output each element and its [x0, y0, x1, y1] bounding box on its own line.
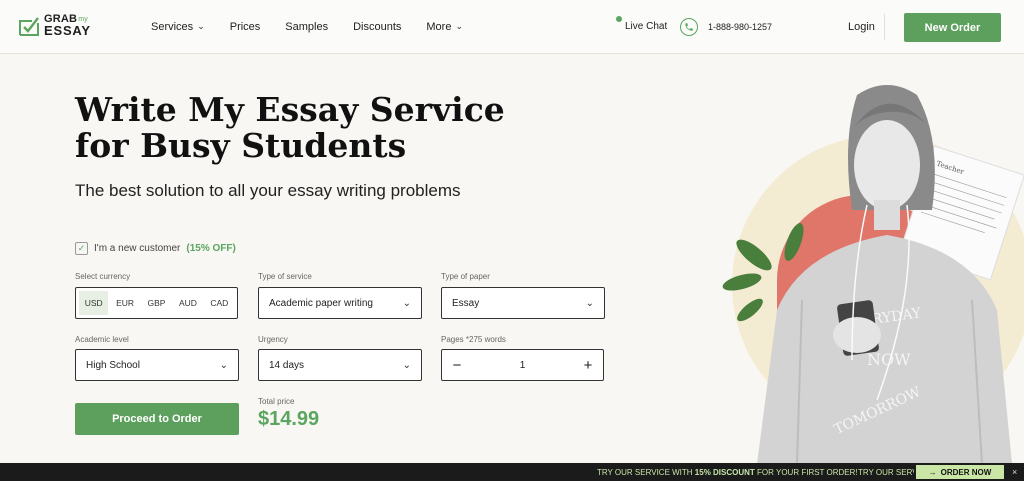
chevron-down-icon: ⌄ [219, 359, 228, 371]
nav-services-label: Services [151, 21, 194, 33]
chevron-down-icon: ⌄ [402, 359, 411, 371]
nav-discounts-label: Discounts [353, 21, 402, 33]
new-customer-discount: (15% OFF) [186, 243, 236, 254]
pages-decrement-button[interactable]: − [450, 357, 464, 374]
login-link[interactable]: Login [848, 21, 875, 33]
nav-prices[interactable]: Prices [230, 21, 261, 33]
currency-eur[interactable]: EUR [110, 291, 139, 315]
pages-label: Pages *275 words [441, 335, 506, 344]
currency-cad[interactable]: CAD [205, 291, 234, 315]
nav-more-label: More [426, 21, 452, 33]
page-title: Write My Essay Service for Busy Students [75, 90, 505, 165]
academic-level-select[interactable]: High School ⌄ [75, 349, 239, 381]
pages-increment-button[interactable]: + [581, 357, 595, 374]
urgency-value: 14 days [269, 359, 305, 371]
proceed-to-order-button[interactable]: Proceed to Order [75, 403, 239, 435]
live-chat-link[interactable]: Live Chat [625, 21, 667, 32]
service-type-select[interactable]: Academic paper writing ⌄ [258, 287, 422, 319]
chevron-down-icon: ⌄ [402, 297, 411, 309]
promo-banner: TRY OUR SERVICE WITH 15% DISCOUNT FOR YO… [0, 463, 1024, 481]
online-status-dot [616, 16, 622, 22]
promo-discount: 15% DISCOUNT [694, 468, 755, 477]
nav-samples-label: Samples [285, 21, 329, 33]
nav-prices-label: Prices [229, 21, 261, 33]
main-nav: Services ⌄ Prices Samples Discounts More ⌄ [151, 20, 463, 34]
nav-more[interactable]: More ⌄ [426, 20, 463, 34]
paper-type-value: Essay [452, 297, 480, 309]
arrow-right-icon: → [928, 467, 937, 477]
chevron-down-icon: ⌄ [455, 20, 463, 31]
service-type-value: Academic paper writing [269, 297, 373, 309]
paper-type-select[interactable]: Essay ⌄ [441, 287, 605, 319]
new-customer-label: I'm a new customer [94, 243, 181, 254]
currency-label: Select currency [75, 272, 131, 281]
service-type-label: Type of service [258, 272, 312, 281]
new-customer-row: ✓ I'm a new customer (15% OFF) [75, 242, 236, 255]
academic-level-value: High School [86, 359, 140, 371]
promo-text-post: FOR YOUR FIRST ORDER! [754, 468, 858, 477]
pages-value[interactable]: 1 [520, 360, 526, 371]
nav-samples[interactable]: Samples [285, 21, 328, 33]
logo-text: GRABmy ESSAY [44, 14, 91, 38]
hero-image: Teacher EVERYDAY NOW TOMORROW [702, 70, 1024, 464]
total-price-value: $14.99 [258, 408, 320, 430]
logo-word-essay: ESSAY [44, 23, 91, 38]
urgency-select[interactable]: 14 days ⌄ [258, 349, 422, 381]
logo[interactable]: GRABmy ESSAY [18, 14, 91, 37]
promo-message: TRY OUR SERVICE WITH 15% DISCOUNT FOR YO… [597, 468, 858, 477]
currency-usd[interactable]: USD [79, 291, 109, 315]
total-price-label: Total price [258, 397, 295, 406]
currency-gbp[interactable]: GBP [142, 291, 171, 315]
student-illustration: Teacher EVERYDAY NOW TOMORROW [722, 85, 1024, 464]
promo-message-repeat: TRY OUR SERVICE WITH [858, 468, 914, 477]
nav-services[interactable]: Services ⌄ [151, 20, 205, 34]
currency-aud[interactable]: AUD [173, 291, 202, 315]
promo-text-pre: TRY OUR SERVICE WITH [597, 468, 695, 477]
page-subtitle: The best solution to all your essay writ… [75, 181, 461, 200]
site-header: GRABmy ESSAY Services ⌄ Prices Samples Di… [0, 0, 1024, 54]
order-now-label: ORDER NOW [940, 467, 992, 477]
chevron-down-icon: ⌄ [585, 297, 594, 309]
nav-discounts[interactable]: Discounts [353, 21, 401, 33]
checkmark-icon: ✓ [77, 243, 86, 253]
chevron-down-icon: ⌄ [197, 20, 205, 31]
checkmark-logo-icon [19, 16, 39, 36]
phone-icon[interactable] [680, 18, 698, 36]
logo-word-my: my [78, 16, 88, 23]
header-divider [884, 14, 885, 40]
new-customer-checkbox[interactable]: ✓ [75, 242, 88, 255]
academic-level-label: Academic level [75, 335, 129, 344]
new-order-button[interactable]: New Order [904, 13, 1001, 42]
paper-type-label: Type of paper [441, 272, 490, 281]
pages-stepper: − 1 + [441, 349, 604, 381]
close-icon[interactable]: × [1012, 467, 1017, 477]
urgency-label: Urgency [258, 335, 288, 344]
phone-number[interactable]: 1-888-980-1257 [708, 22, 772, 32]
currency-selector: USD EUR GBP AUD CAD [75, 287, 238, 319]
order-now-button[interactable]: → ORDER NOW [916, 465, 1004, 479]
